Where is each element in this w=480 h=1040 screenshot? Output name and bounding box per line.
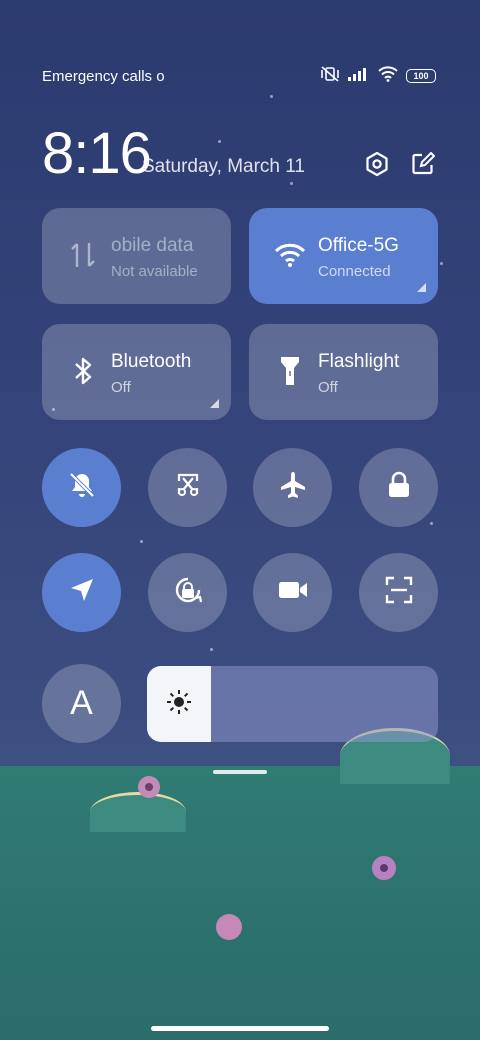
status-bar: Emergency calls o 100: [42, 64, 436, 88]
toggle-rotation-lock[interactable]: [148, 553, 227, 632]
font-size-label: A: [70, 684, 93, 722]
expand-corner-icon[interactable]: [210, 399, 219, 408]
home-indicator[interactable]: [151, 1026, 329, 1031]
toggle-scan[interactable]: [359, 553, 438, 632]
tile-mobile-data[interactable]: obile data Not available: [42, 208, 231, 304]
toggle-location[interactable]: [42, 553, 121, 632]
clock: 8:16: [42, 121, 152, 186]
wifi-icon: [378, 66, 398, 86]
toggle-lock[interactable]: [359, 448, 438, 527]
star: [440, 262, 443, 265]
star: [140, 540, 143, 543]
star: [270, 95, 273, 98]
tile-title: Flashlight: [318, 351, 400, 372]
tile-bluetooth[interactable]: Bluetooth Off: [42, 324, 231, 420]
toggle-airplane[interactable]: [253, 448, 332, 527]
tile-flashlight[interactable]: Flashlight Off: [249, 324, 438, 420]
tile-title: Bluetooth: [111, 351, 192, 372]
tile-subtitle: Off: [111, 379, 131, 396]
bluetooth-icon: [66, 354, 100, 388]
signal-icon: [348, 67, 370, 85]
location-icon: [68, 576, 96, 609]
flower: [138, 776, 160, 798]
lock-icon: [386, 470, 412, 505]
video-camera-icon: [277, 578, 309, 607]
airplane-icon: [278, 470, 308, 505]
rotation-lock-icon: [171, 573, 205, 612]
edit-icon[interactable]: [409, 150, 437, 178]
wifi-icon: [273, 238, 307, 272]
flashlight-icon: [273, 354, 307, 388]
date: Saturday, March 11: [142, 156, 305, 177]
toggle-video-camera[interactable]: [253, 553, 332, 632]
expand-corner-icon[interactable]: [417, 283, 426, 292]
header: 8:16 Saturday, March 11: [42, 120, 438, 186]
battery-icon: 100: [406, 69, 436, 83]
screenshot-icon: [173, 470, 203, 505]
font-size-button[interactable]: A: [42, 664, 121, 743]
toggle-mute[interactable]: [42, 448, 121, 527]
mute-bell-icon: [67, 470, 97, 505]
brightness-fill: [147, 666, 211, 742]
sun-icon: [166, 689, 192, 720]
settings-icon[interactable]: [363, 150, 391, 178]
tile-subtitle: Not available: [111, 263, 198, 280]
tile-subtitle: Connected: [318, 263, 391, 280]
tile-title: obile data: [111, 235, 194, 256]
star: [430, 522, 433, 525]
tile-subtitle: Off: [318, 379, 338, 396]
flower: [372, 856, 396, 880]
toggle-screenshot[interactable]: [148, 448, 227, 527]
drag-handle[interactable]: [213, 770, 267, 774]
tile-wifi[interactable]: Office-5G Connected: [249, 208, 438, 304]
tile-title: Office-5G: [318, 235, 399, 256]
carrier-text: Emergency calls o: [42, 67, 165, 85]
flower: [216, 914, 242, 940]
star: [210, 648, 213, 651]
brightness-slider[interactable]: [147, 666, 438, 742]
vibrate-off-icon: [320, 66, 340, 86]
wallpaper-grass: [0, 766, 480, 1040]
scan-icon: [384, 575, 414, 610]
mobile-data-icon: [66, 238, 100, 272]
